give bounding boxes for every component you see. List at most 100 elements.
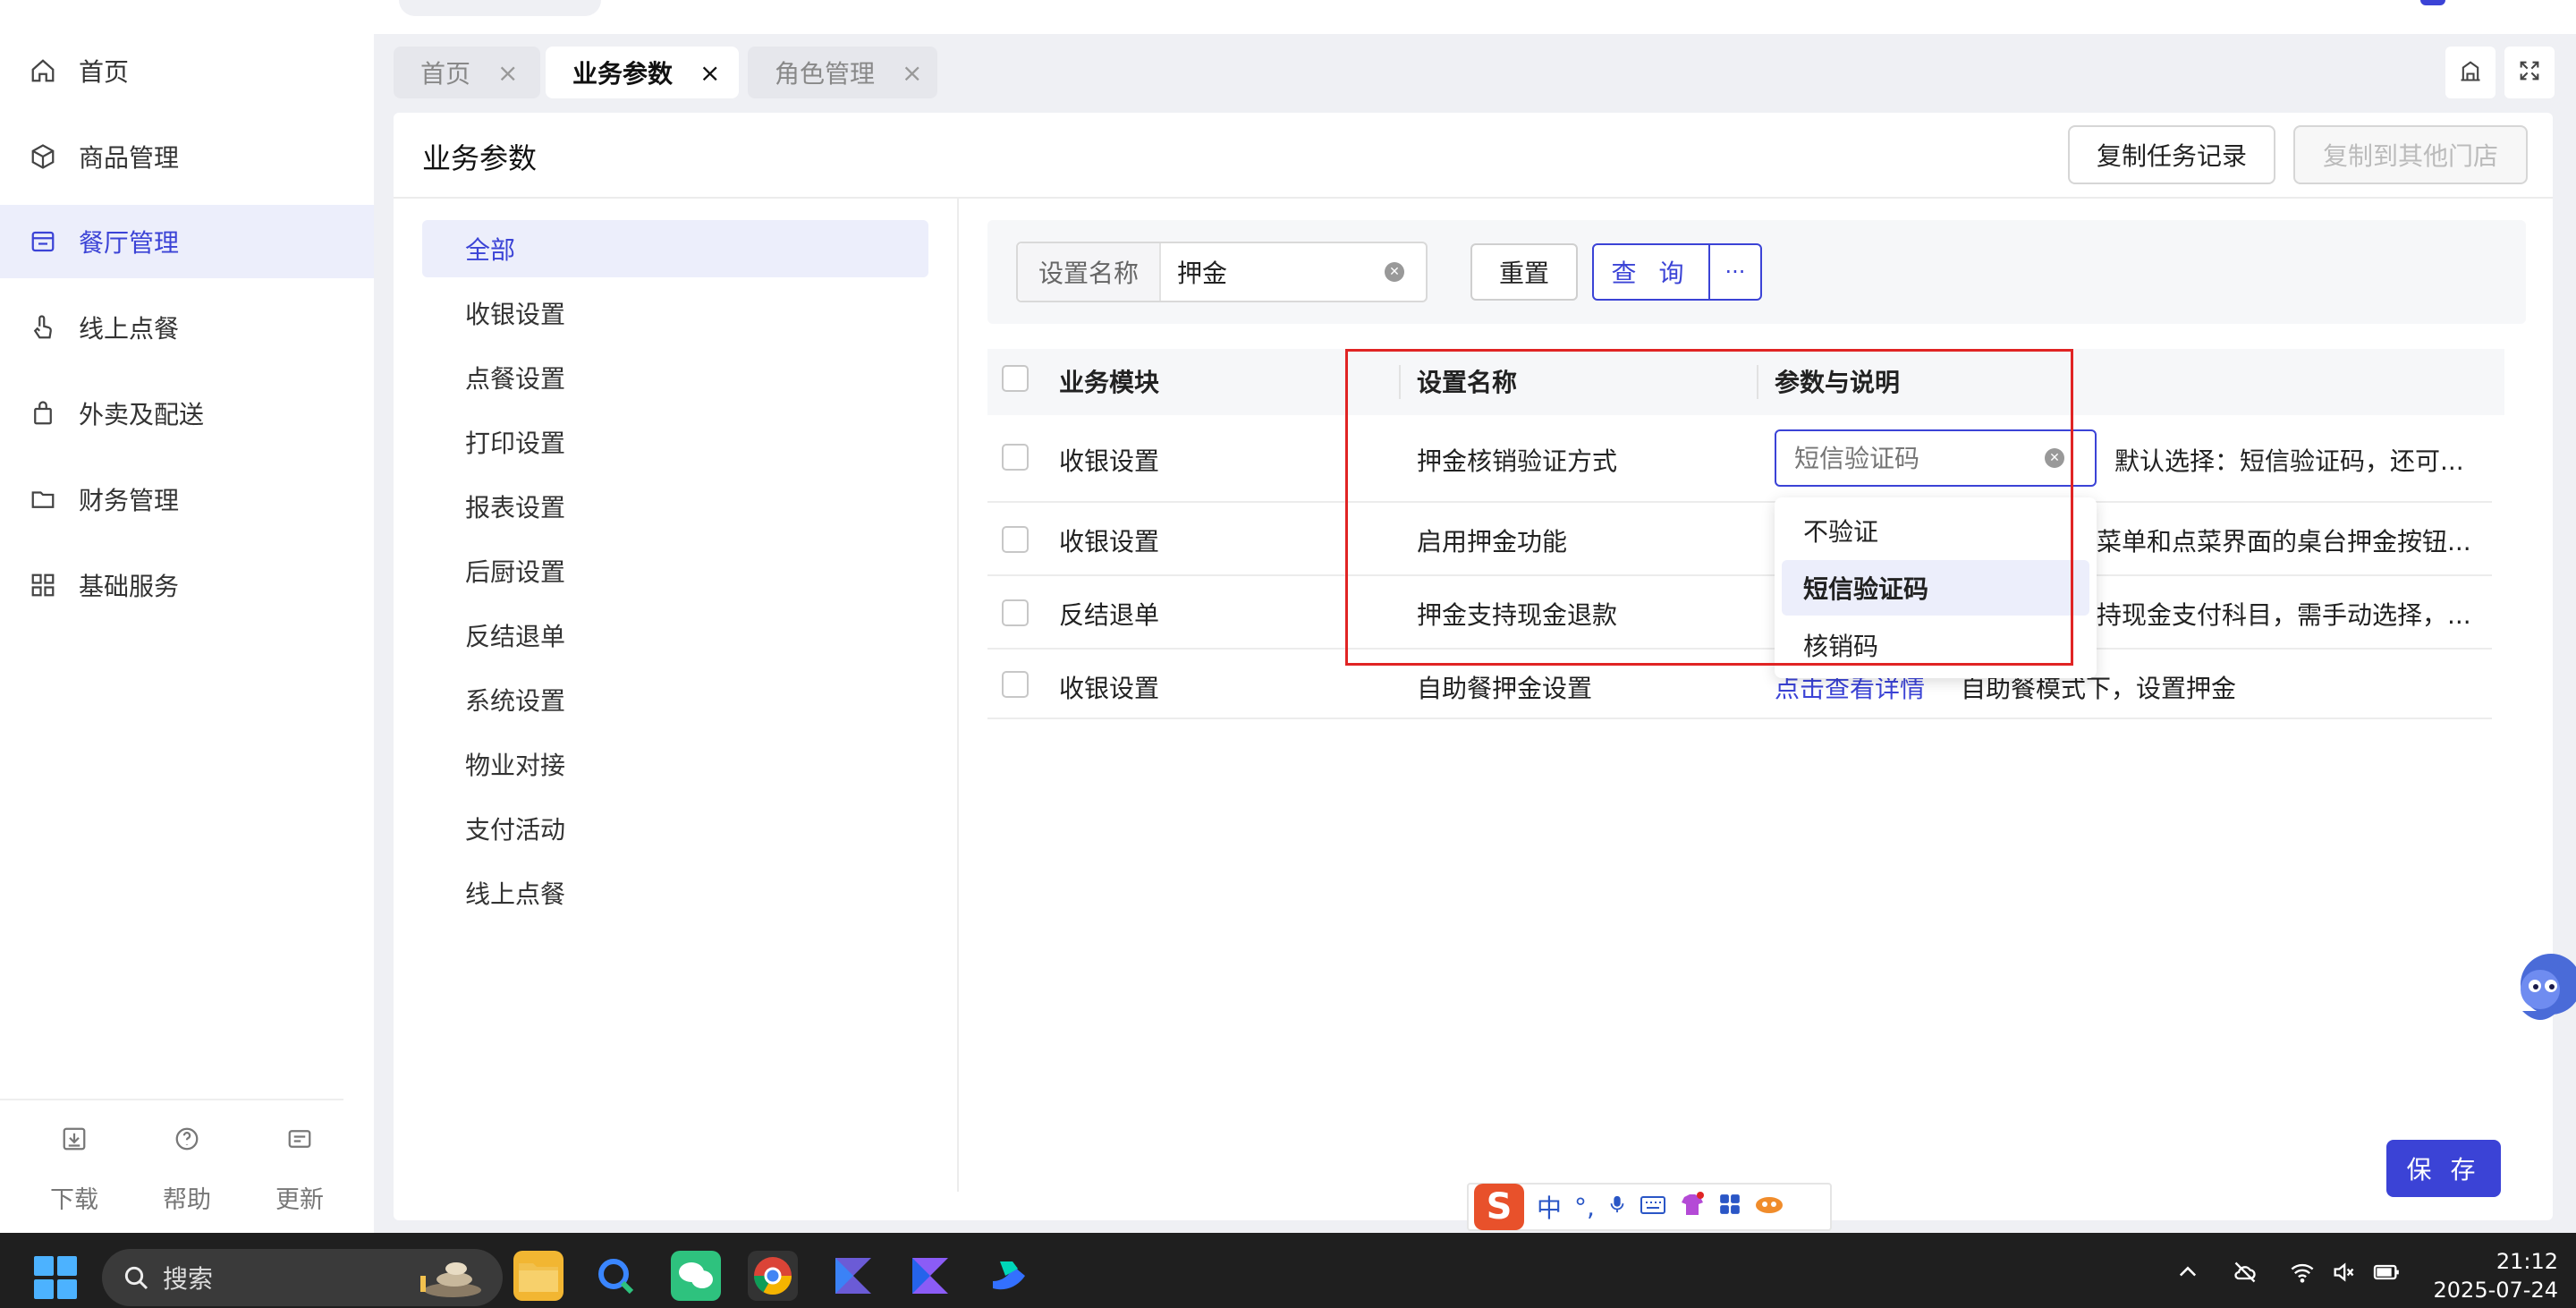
setting-name-filter[interactable]: 设置名称 押金 ✕ xyxy=(1016,242,1428,302)
search-icon xyxy=(122,1263,150,1292)
sidebar-item-finance[interactable]: 财务管理 xyxy=(0,463,374,536)
store-icon xyxy=(27,225,59,258)
system-clock[interactable]: 21:12 2025-07-24 xyxy=(2415,1247,2558,1304)
keyboard-icon[interactable] xyxy=(1640,1193,1666,1222)
query-button[interactable]: 查 询 xyxy=(1594,245,1708,299)
help-icon xyxy=(174,1125,200,1159)
clock-date: 2025-07-24 xyxy=(2433,1278,2558,1303)
building-icon xyxy=(2458,58,2483,87)
category-divider xyxy=(957,199,959,1192)
filter-label: 设置名称 xyxy=(1018,243,1161,301)
search-app-icon[interactable] xyxy=(590,1251,640,1301)
search-highlight-icon xyxy=(404,1256,483,1299)
sidebar-item-label: 首页 xyxy=(79,57,130,87)
category-item[interactable]: 物业对接 xyxy=(422,735,928,793)
sidebar-item-label: 基础服务 xyxy=(79,572,180,601)
category-item[interactable]: 支付活动 xyxy=(422,800,928,857)
update-button[interactable]: 更新 xyxy=(243,1125,356,1215)
hand-pointer-icon xyxy=(27,311,59,344)
category-item[interactable]: 报表设置 xyxy=(422,478,928,535)
home-icon xyxy=(27,55,59,87)
chevron-up-icon[interactable] xyxy=(2175,1260,2200,1291)
bag-icon xyxy=(27,397,59,429)
windows-start-icon[interactable] xyxy=(34,1256,77,1299)
ime-mode-toggle[interactable]: 中 xyxy=(1537,1189,1562,1225)
copy-to-other-stores-button[interactable]: 复制到其他门店 xyxy=(2293,125,2528,184)
ide-icon[interactable] xyxy=(905,1251,955,1301)
sidebar-divider xyxy=(0,1099,343,1100)
assistant-mascot[interactable] xyxy=(2504,939,2576,1038)
row-description: 菜单和点菜界面的桌台押金按钮... xyxy=(2097,527,2471,556)
row-checkbox[interactable] xyxy=(1002,526,1029,553)
sidebar-item-label: 餐厅管理 xyxy=(79,228,180,258)
sidebar-item-restaurant[interactable]: 餐厅管理 xyxy=(0,205,374,278)
tab-business-params[interactable]: 业务参数 × xyxy=(546,47,739,98)
download-button[interactable]: 下载 xyxy=(18,1125,131,1215)
lark-icon[interactable] xyxy=(984,1251,1034,1301)
row-description: 持现金支付科目，需手动选择，... xyxy=(2097,600,2471,630)
sidebar-item-delivery[interactable]: 外卖及配送 xyxy=(0,377,374,450)
page-title: 业务参数 xyxy=(422,141,538,175)
row-checkbox[interactable] xyxy=(1002,671,1029,698)
clock-time: 21:12 xyxy=(2496,1249,2558,1274)
avatar[interactable] xyxy=(2420,0,2445,5)
mascot-icon[interactable] xyxy=(1754,1193,1784,1222)
tab-role-management[interactable]: 角色管理 × xyxy=(748,47,937,98)
sidebar-item-label: 外卖及配送 xyxy=(79,400,205,429)
filter-input[interactable]: 押金 xyxy=(1177,254,1385,290)
grid-icon xyxy=(27,569,59,601)
category-item[interactable]: 收银设置 xyxy=(422,285,928,342)
row-checkbox[interactable] xyxy=(1002,444,1029,471)
select-all-checkbox[interactable] xyxy=(1002,365,1029,392)
row-divider xyxy=(987,718,2492,719)
copy-task-record-button[interactable]: 复制任务记录 xyxy=(2068,125,2275,184)
help-label: 帮助 xyxy=(163,1186,211,1214)
ime-toolbar: S 中 °, xyxy=(1467,1183,1832,1231)
reset-button[interactable]: 重置 xyxy=(1470,243,1578,301)
more-options-button[interactable]: ··· xyxy=(1708,245,1760,299)
download-icon xyxy=(61,1125,88,1159)
category-item[interactable]: 反结退单 xyxy=(422,607,928,664)
wechat-icon[interactable] xyxy=(671,1251,721,1301)
close-icon[interactable]: × xyxy=(902,58,922,88)
ide-icon[interactable] xyxy=(828,1251,878,1301)
row-checkbox[interactable] xyxy=(1002,599,1029,626)
toolbox-icon[interactable] xyxy=(1718,1193,1741,1222)
search-placeholder: 搜索 xyxy=(163,1264,214,1294)
taskbar-search[interactable]: 搜索 xyxy=(102,1249,503,1306)
close-icon[interactable]: × xyxy=(699,58,720,88)
expand-icon xyxy=(2517,58,2542,87)
category-item[interactable]: 后厨设置 xyxy=(422,542,928,599)
save-button[interactable]: 保 存 xyxy=(2386,1140,2501,1197)
sidebar-item-label: 财务管理 xyxy=(79,486,180,515)
sogou-logo-icon[interactable]: S xyxy=(1474,1184,1524,1230)
cloud-off-icon[interactable] xyxy=(2231,1260,2259,1291)
sidebar-item-products[interactable]: 商品管理 xyxy=(0,120,374,193)
row-description: 默认选择：短信验证码，还可... xyxy=(2114,446,2464,476)
category-all[interactable]: 全部 xyxy=(422,220,928,277)
battery-icon[interactable] xyxy=(2372,1260,2402,1291)
file-explorer-icon[interactable] xyxy=(513,1251,564,1301)
help-button[interactable]: 帮助 xyxy=(131,1125,243,1215)
category-item[interactable]: 线上点餐 xyxy=(422,864,928,922)
home-tool-button[interactable] xyxy=(2445,47,2496,98)
microphone-icon[interactable] xyxy=(1607,1192,1627,1223)
clear-icon[interactable]: ✕ xyxy=(1385,262,1404,282)
close-icon[interactable]: × xyxy=(497,58,518,88)
row-module: 反结退单 xyxy=(1059,600,1160,630)
sidebar-item-home[interactable]: 首页 xyxy=(0,34,374,107)
update-label: 更新 xyxy=(275,1186,324,1214)
chrome-icon[interactable] xyxy=(748,1251,798,1301)
ime-punctuation-toggle[interactable]: °, xyxy=(1574,1193,1595,1222)
sidebar-item-basic-services[interactable]: 基础服务 xyxy=(0,548,374,622)
category-item[interactable]: 点餐设置 xyxy=(422,349,928,406)
wifi-icon[interactable] xyxy=(2288,1260,2317,1291)
tab-home[interactable]: 首页 × xyxy=(394,47,540,98)
sidebar-item-online-order[interactable]: 线上点餐 xyxy=(0,291,374,364)
category-item[interactable]: 打印设置 xyxy=(422,413,928,471)
volume-muted-icon[interactable] xyxy=(2329,1260,2358,1291)
sidebar-item-label: 线上点餐 xyxy=(79,314,180,344)
fullscreen-button[interactable] xyxy=(2504,47,2555,98)
category-item[interactable]: 系统设置 xyxy=(422,671,928,728)
skin-icon[interactable] xyxy=(1679,1191,1706,1223)
